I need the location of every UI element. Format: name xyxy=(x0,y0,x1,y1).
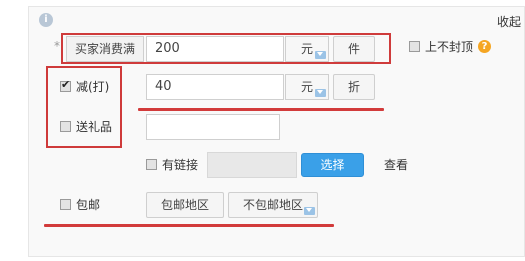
discount-amount-input[interactable]: 40 xyxy=(146,74,284,100)
chevron-down-icon xyxy=(315,51,326,59)
link-label: 有链接 xyxy=(162,158,199,172)
required-marker: * xyxy=(54,39,60,53)
gift-checkbox[interactable] xyxy=(60,121,71,132)
link-url-input xyxy=(207,152,297,178)
collapse-link[interactable]: 收起 xyxy=(497,15,521,29)
free-shipping-checkbox[interactable] xyxy=(60,199,71,210)
gift-input[interactable] xyxy=(146,114,280,140)
threshold-label: 买家消费满 xyxy=(66,36,144,62)
select-button[interactable]: 选择 xyxy=(301,153,364,177)
discount-alt-unit-button[interactable]: 折 xyxy=(333,74,375,100)
no-free-shipping-region-button[interactable]: 不包邮地区 xyxy=(228,192,318,218)
help-icon[interactable]: ? xyxy=(478,40,491,53)
no-cap-checkbox[interactable] xyxy=(409,41,420,52)
threshold-alt-unit-button[interactable]: 件 xyxy=(333,36,375,62)
annotation-underline-discount xyxy=(138,108,384,111)
chevron-down-icon xyxy=(315,89,326,97)
free-shipping-label: 包邮 xyxy=(76,198,101,212)
free-shipping-region-button[interactable]: 包邮地区 xyxy=(146,192,224,218)
gift-label: 送礼品 xyxy=(76,120,113,134)
discount-checkbox[interactable] xyxy=(60,78,71,92)
info-icon: i xyxy=(39,13,53,27)
discount-unit-select[interactable]: 元 xyxy=(285,74,329,100)
threshold-unit-select[interactable]: 元 xyxy=(285,36,329,62)
discount-unit-label: 元 xyxy=(300,80,313,94)
chevron-down-icon xyxy=(304,207,315,215)
link-checkbox[interactable] xyxy=(146,159,157,170)
threshold-unit-label: 元 xyxy=(300,42,313,56)
view-link[interactable]: 查看 xyxy=(384,158,408,172)
annotation-underline-shipping xyxy=(44,224,334,227)
threshold-amount-input[interactable]: 200 xyxy=(146,36,284,62)
annotation-box-left xyxy=(46,66,122,148)
no-cap-label: 上不封顶 xyxy=(425,40,474,54)
discount-label: 减(打) xyxy=(76,80,110,94)
no-free-shipping-region-label: 不包邮地区 xyxy=(242,198,303,212)
